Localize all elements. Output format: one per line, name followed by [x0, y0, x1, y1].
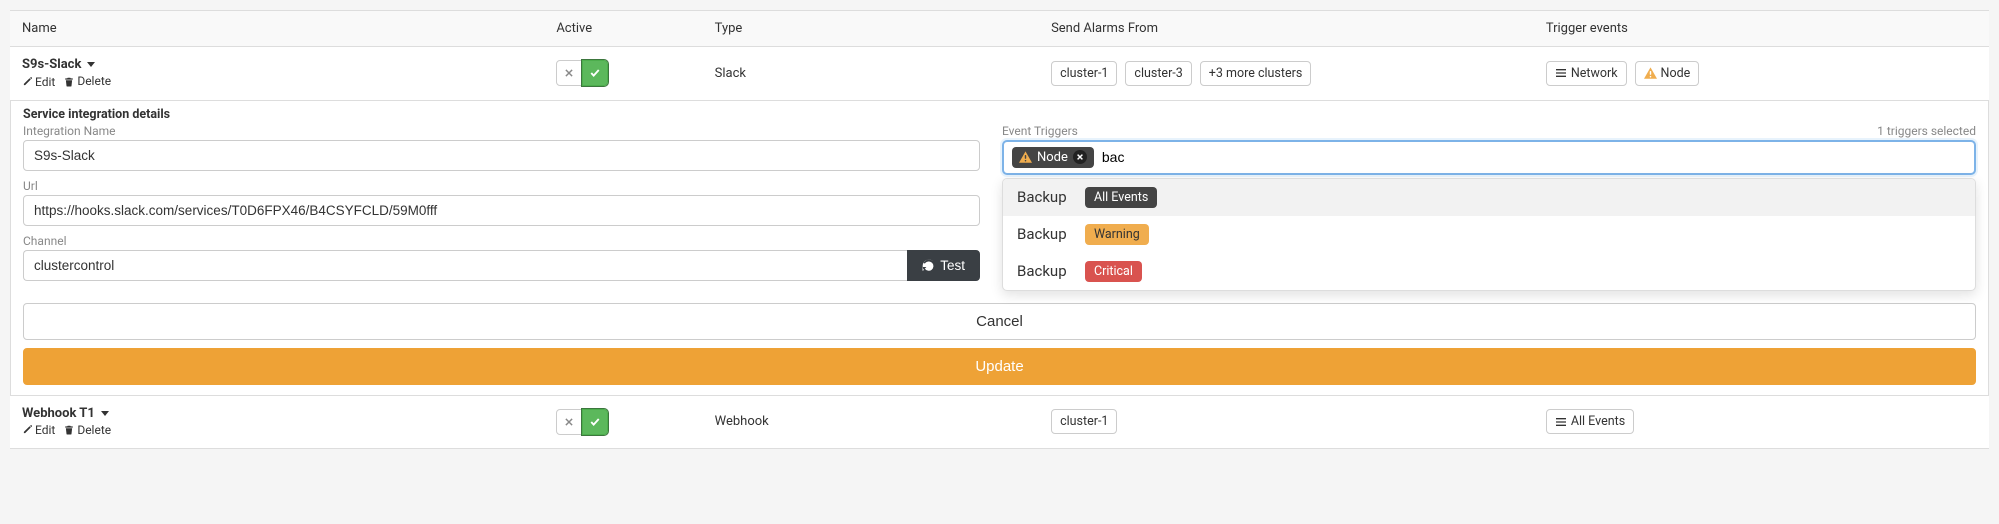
- caret-down-icon: [87, 62, 95, 67]
- warning-icon: [1019, 151, 1032, 163]
- table-row: Webhook T1 Edit Delete: [10, 396, 1989, 449]
- integration-name-input[interactable]: [23, 140, 980, 171]
- check-icon: [589, 416, 601, 428]
- update-button[interactable]: Update: [23, 348, 1976, 385]
- integration-name-toggle[interactable]: S9s-Slack: [22, 57, 95, 72]
- integration-details-panel: Service integration details Integration …: [10, 101, 1989, 396]
- cluster-chip[interactable]: cluster-1: [1051, 61, 1117, 86]
- selected-trigger-tag: Node: [1012, 147, 1094, 168]
- delete-link[interactable]: Delete: [64, 74, 111, 88]
- edit-link[interactable]: Edit: [22, 75, 55, 89]
- toggle-off-button[interactable]: [556, 60, 582, 86]
- badge-critical: Critical: [1085, 261, 1142, 282]
- trigger-chip[interactable]: Node: [1635, 61, 1700, 86]
- menu-icon: [1555, 68, 1567, 78]
- triggers-dropdown: Backup All Events Backup Warning Backup …: [1002, 178, 1976, 291]
- triggers-input[interactable]: Node: [1002, 140, 1976, 175]
- table-row: S9s-Slack Edit Delete: [10, 47, 1989, 101]
- integrations-panel: Name Active Type Send Alarms From Trigge…: [0, 0, 1999, 459]
- dropdown-item[interactable]: Backup Critical: [1003, 253, 1975, 290]
- triggers-search-input[interactable]: [1102, 149, 1966, 165]
- pencil-icon: [22, 77, 32, 87]
- trigger-chip[interactable]: Network: [1546, 61, 1627, 86]
- col-alarms-from: Send Alarms From: [1039, 11, 1534, 47]
- check-icon: [589, 67, 601, 79]
- event-triggers-label: Event Triggers: [1002, 124, 1078, 138]
- integration-name: S9s-Slack: [22, 57, 81, 72]
- toggle-on-button[interactable]: [582, 60, 608, 86]
- details-header: Service integration details: [11, 101, 1988, 124]
- trash-icon: [64, 424, 74, 435]
- warning-icon: [1644, 67, 1657, 79]
- badge-all-events: All Events: [1085, 187, 1157, 208]
- cluster-chip[interactable]: cluster-3: [1125, 61, 1191, 86]
- toggle-on-button[interactable]: [582, 409, 608, 435]
- integration-name: Webhook T1: [22, 406, 95, 421]
- test-button[interactable]: Test: [907, 250, 980, 281]
- col-active: Active: [544, 11, 702, 47]
- col-trigger-events: Trigger events: [1534, 11, 1989, 47]
- dropdown-item[interactable]: Backup All Events: [1003, 179, 1975, 216]
- remove-trigger-icon[interactable]: [1073, 150, 1087, 164]
- channel-input[interactable]: [23, 250, 907, 281]
- channel-label: Channel: [23, 234, 980, 248]
- x-icon: [564, 68, 574, 78]
- x-icon: [564, 417, 574, 427]
- trigger-chip[interactable]: All Events: [1546, 409, 1634, 434]
- type-cell: Webhook: [703, 396, 1039, 449]
- col-type: Type: [703, 11, 1039, 47]
- caret-down-icon: [101, 411, 109, 416]
- triggers-selected-count: 1 triggers selected: [1877, 124, 1976, 138]
- cluster-chip-more[interactable]: +3 more clusters: [1200, 61, 1312, 86]
- integration-name-label: Integration Name: [23, 124, 980, 138]
- url-input[interactable]: [23, 195, 980, 226]
- refresh-icon: [922, 259, 935, 272]
- table-header-row: Name Active Type Send Alarms From Trigge…: [10, 11, 1989, 47]
- cluster-chip[interactable]: cluster-1: [1051, 409, 1117, 434]
- integrations-table: Name Active Type Send Alarms From Trigge…: [10, 10, 1989, 449]
- integration-name-toggle[interactable]: Webhook T1: [22, 406, 109, 421]
- menu-icon: [1555, 417, 1567, 427]
- badge-warning: Warning: [1085, 224, 1149, 245]
- edit-link[interactable]: Edit: [22, 423, 55, 437]
- toggle-off-button[interactable]: [556, 409, 582, 435]
- type-cell: Slack: [703, 47, 1039, 101]
- col-name: Name: [10, 11, 544, 47]
- url-label: Url: [23, 179, 980, 193]
- delete-link[interactable]: Delete: [64, 423, 111, 437]
- active-toggle: [556, 60, 608, 86]
- dropdown-item[interactable]: Backup Warning: [1003, 216, 1975, 253]
- cancel-button[interactable]: Cancel: [23, 303, 1976, 340]
- active-toggle: [556, 409, 608, 435]
- pencil-icon: [22, 425, 32, 435]
- trash-icon: [64, 76, 74, 87]
